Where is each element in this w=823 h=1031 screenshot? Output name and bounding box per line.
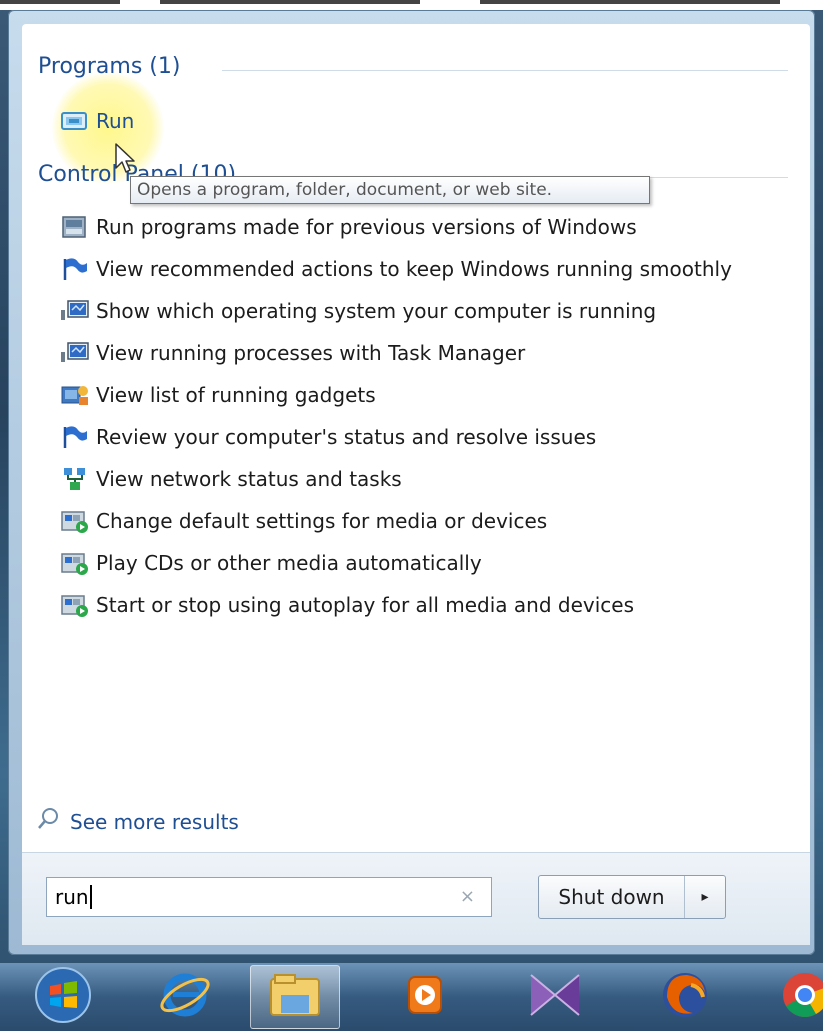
- result-autoplay-toggle-label: Start or stop using autoplay for all med…: [96, 593, 635, 617]
- system-icon: [60, 298, 90, 324]
- result-computer-status[interactable]: Review your computer's status and resolv…: [60, 418, 596, 456]
- result-recommended-actions[interactable]: View recommended actions to keep Windows…: [60, 250, 732, 288]
- action-center-flag-icon: [60, 256, 90, 282]
- start-orb-icon: [33, 965, 93, 1029]
- result-run-label: Run: [96, 109, 135, 133]
- top-strip: [0, 0, 823, 10]
- chrome-icon: [777, 967, 823, 1027]
- taskbar-file-explorer[interactable]: [250, 965, 340, 1029]
- result-media-defaults-label: Change default settings for media or dev…: [96, 509, 548, 533]
- result-computer-status-label: Review your computer's status and resolv…: [96, 425, 597, 449]
- result-task-manager-label: View running processes with Task Manager: [96, 341, 526, 365]
- see-more-results-link[interactable]: See more results: [36, 806, 239, 837]
- result-play-cds[interactable]: Play CDs or other media automatically: [60, 544, 482, 582]
- see-more-results-label: See more results: [70, 809, 239, 834]
- shutdown-button[interactable]: Shut down: [539, 876, 685, 918]
- run-icon: [60, 108, 90, 134]
- autoplay-icon: [60, 592, 90, 618]
- taskbar-internet-explorer[interactable]: [140, 965, 230, 1029]
- result-task-manager[interactable]: View running processes with Task Manager: [60, 334, 525, 372]
- autoplay-icon: [60, 550, 90, 576]
- shutdown-options-button[interactable]: ▸: [685, 876, 725, 918]
- autoplay-icon: [60, 508, 90, 534]
- gadgets-icon: [60, 382, 90, 408]
- visual-studio-icon: [525, 969, 585, 1025]
- taskbar-chrome[interactable]: [760, 965, 823, 1029]
- start-button[interactable]: [18, 965, 108, 1029]
- result-run[interactable]: Run: [60, 102, 134, 140]
- result-os-info[interactable]: Show which operating system your compute…: [60, 292, 656, 330]
- clear-search-button[interactable]: ×: [460, 886, 475, 907]
- programs-heading: Programs (1): [38, 54, 181, 79]
- taskbar-visual-studio[interactable]: [510, 965, 600, 1029]
- network-icon: [60, 466, 90, 492]
- action-center-flag-icon: [60, 424, 90, 450]
- result-gadgets-label: View list of running gadgets: [96, 383, 376, 407]
- result-compat[interactable]: Run programs made for previous versions …: [60, 208, 637, 246]
- run-tooltip: Opens a program, folder, document, or we…: [130, 176, 650, 204]
- result-os-info-label: Show which operating system your compute…: [96, 299, 657, 323]
- firefox-icon: [657, 967, 713, 1027]
- search-icon: [36, 806, 60, 837]
- result-autoplay-toggle[interactable]: Start or stop using autoplay for all med…: [60, 586, 634, 624]
- text-caret: [89, 885, 92, 909]
- taskbar-firefox[interactable]: [640, 965, 730, 1029]
- taskbar-media-player[interactable]: [380, 965, 470, 1029]
- internet-explorer-icon: [157, 967, 213, 1027]
- result-gadgets[interactable]: View list of running gadgets: [60, 376, 376, 414]
- compat-icon: [60, 214, 90, 240]
- system-icon: [60, 340, 90, 366]
- result-media-defaults[interactable]: Change default settings for media or dev…: [60, 502, 547, 540]
- search-input[interactable]: run ×: [46, 877, 492, 917]
- media-player-icon: [403, 969, 447, 1025]
- search-input-value: run: [55, 885, 89, 909]
- result-play-cds-label: Play CDs or other media automatically: [96, 551, 482, 575]
- file-explorer-icon: [267, 969, 323, 1025]
- result-compat-label: Run programs made for previous versions …: [96, 215, 637, 239]
- mouse-cursor-icon: [114, 142, 136, 180]
- result-network-status-label: View network status and tasks: [96, 467, 402, 491]
- taskbar: [0, 963, 823, 1031]
- programs-divider: [222, 70, 788, 71]
- result-recommended-actions-label: View recommended actions to keep Windows…: [96, 257, 732, 281]
- shutdown-button-group: Shut down ▸: [538, 875, 726, 919]
- result-network-status[interactable]: View network status and tasks: [60, 460, 402, 498]
